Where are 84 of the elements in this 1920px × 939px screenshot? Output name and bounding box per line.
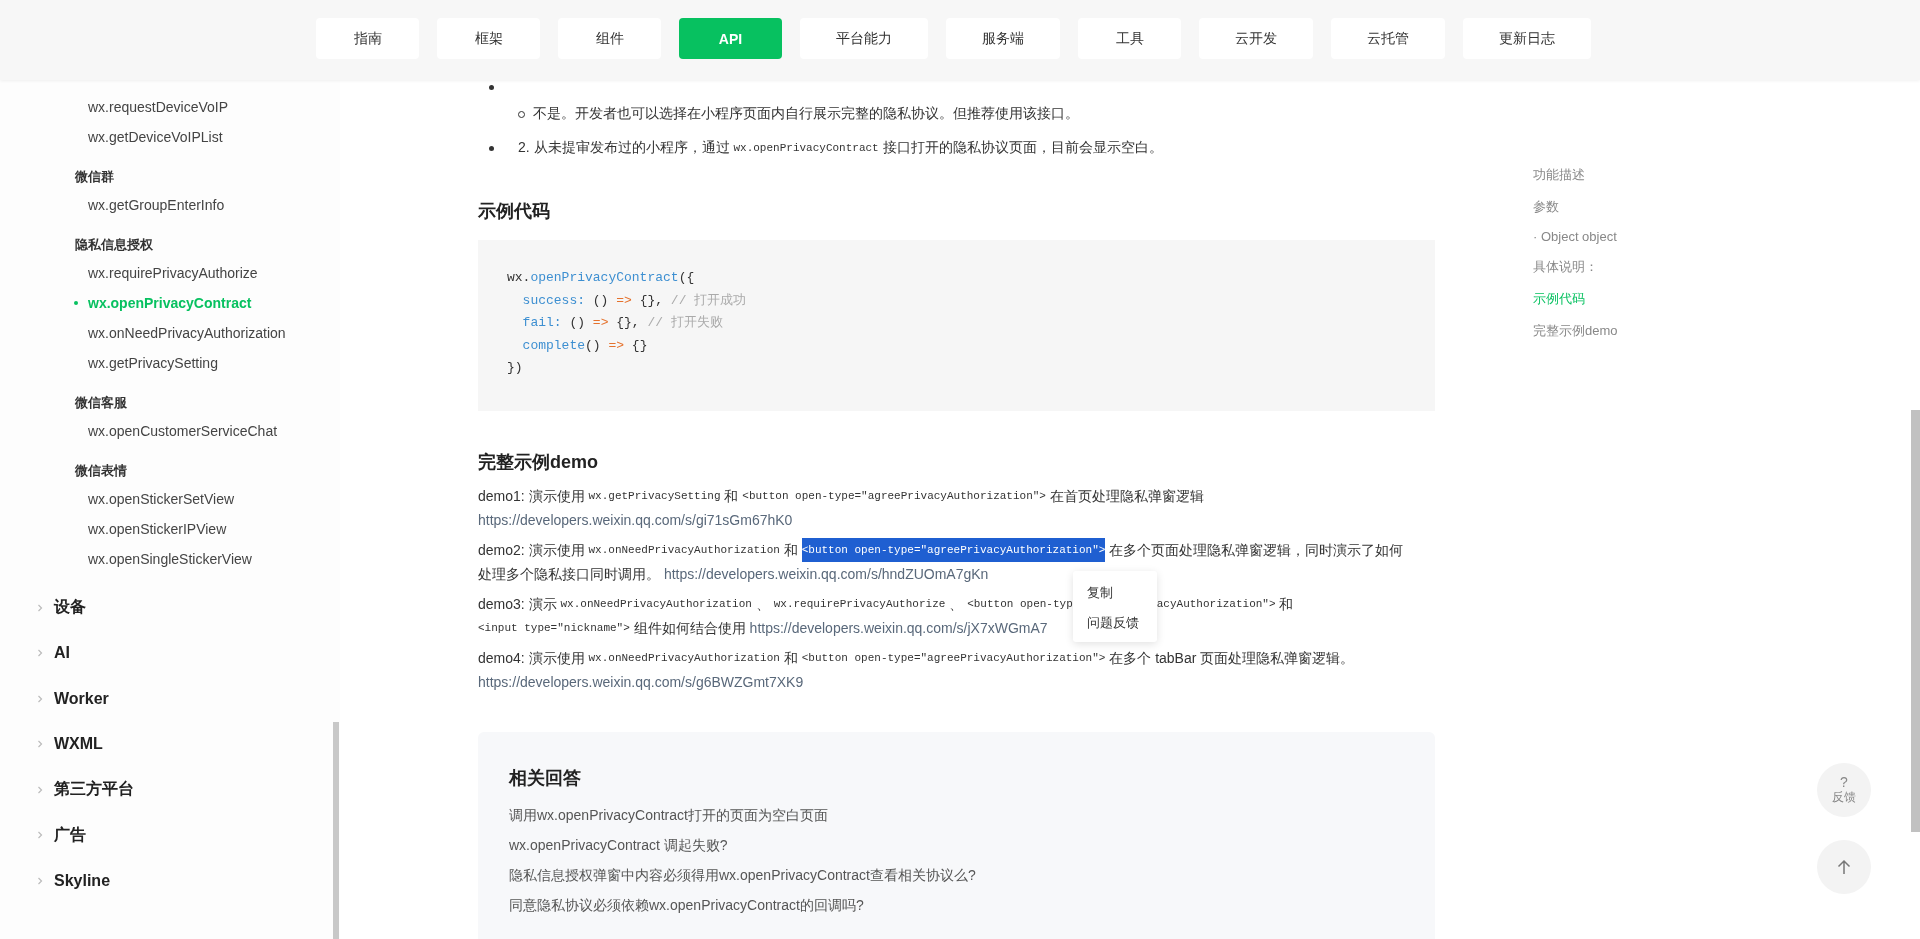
section-heading: 完整示例demo — [478, 451, 599, 474]
bullet-icon — [489, 84, 494, 90]
sidebar-item[interactable]: wx.getPrivacySetting — [0, 348, 340, 378]
sidebar-group-title: 微信表情 — [74, 462, 128, 480]
demo-text: demo4: 演示使用 — [478, 649, 586, 668]
sidebar-category[interactable]: 设备 — [54, 597, 86, 619]
section-heading: 相关回答 — [509, 767, 582, 790]
inline-code: wx.onNeedPrivacyAuthorization — [588, 651, 780, 666]
demo-text: 在首页处理隐私弹窗逻辑 — [1048, 487, 1204, 506]
sidebar-item[interactable]: wx.getGroupEnterInfo — [0, 190, 340, 220]
toc-link[interactable]: 具体说明： — [1533, 251, 1618, 283]
demo-text: 组件如何结合使用 — [632, 619, 747, 638]
demo-text: 和 — [782, 649, 799, 668]
arrow-up-icon — [1835, 858, 1853, 876]
related-link[interactable]: 同意隐私协议必须依赖wx.openPrivacyContract的回调吗? — [509, 890, 1404, 920]
note-text: 不是。开发者也可以选择在小程序页面内自行展示完整的隐私协议。但推荐使用该接口。 — [533, 105, 1079, 123]
demo-link[interactable]: https://developers.weixin.qq.com/s/g6BWZGmt7XK9 — [478, 670, 804, 694]
toc-link[interactable]: · Object object — [1533, 223, 1618, 251]
sidebar-category[interactable]: WXML — [54, 735, 103, 754]
sidebar-item[interactable]: wx.openStickerSetView — [0, 484, 340, 514]
sidebar-item[interactable]: wx.onNeedPrivacyAuthorization — [0, 318, 340, 348]
inline-code: <button open-typ — [967, 597, 1073, 612]
menu-item[interactable]: 复制 — [1072, 578, 1157, 608]
sidebar-item[interactable]: wx.getDeviceVoIPList — [0, 122, 340, 152]
sidebar-category[interactable]: 第三方平台 — [54, 779, 134, 801]
section-heading: 示例代码 — [478, 200, 551, 223]
toc-link[interactable]: 参数 — [1533, 191, 1618, 223]
nav-tab[interactable]: 云开发 — [1199, 18, 1313, 59]
nav-tab[interactable]: 平台能力 — [800, 18, 928, 59]
demo-text: demo1: 演示使用 — [478, 487, 586, 506]
inline-code: <button open-type="agreePrivacyAuthorization"> — [801, 651, 1106, 666]
demo-link[interactable]: https://developers.weixin.qq.com/s/jX7xWGmA7 — [749, 616, 1048, 640]
sidebar-item[interactable]: wx.openSingleStickerView — [0, 544, 340, 574]
scrollbar-thumb[interactable] — [333, 722, 339, 939]
sidebar-category[interactable]: 广告 — [54, 824, 86, 846]
sidebar-category[interactable]: Skyline — [54, 871, 111, 890]
inline-code: wx.onNeedPrivacyAuthorization — [560, 597, 752, 612]
demo-text: 、 — [948, 595, 965, 614]
sidebar-item[interactable]: wx.requirePrivacyAuthorize — [0, 258, 340, 288]
related-link[interactable]: 隐私信息授权弹窗中内容必须得用wx.openPrivacyContract查看相关协议么? — [509, 860, 1404, 890]
sidebar-item[interactable]: wx.openCustomerServiceChat — [0, 416, 340, 446]
scrollbar-thumb[interactable] — [1911, 410, 1920, 832]
sidebar-group-title: 微信群 — [74, 168, 115, 186]
inline-code: acyAuthorization"> — [1156, 597, 1276, 612]
sidebar-category[interactable]: Worker — [54, 689, 109, 708]
nav-tab[interactable]: 工具 — [1078, 18, 1181, 59]
inline-code: wx.openPrivacyContract — [733, 142, 879, 154]
menu-item[interactable]: 问题反馈 — [1072, 608, 1157, 638]
demo-text: 处理多个隐私接口同时调用。 — [478, 565, 661, 584]
nav-tab[interactable]: 更新日志 — [1463, 18, 1591, 59]
nav-tab[interactable]: 指南 — [316, 18, 419, 59]
toc-link[interactable]: 功能描述 — [1533, 159, 1618, 191]
demo-text: 和 — [782, 541, 799, 560]
inline-code: wx.getPrivacySetting — [588, 489, 721, 504]
demo-text: demo3: 演示 — [478, 595, 558, 614]
demo-text: 在多个页面处理隐私弹窗逻辑，同时演示了如何 — [1108, 541, 1404, 560]
sidebar-item[interactable]: wx.requestDeviceVoIP — [0, 92, 340, 122]
sidebar-category[interactable]: AI — [54, 644, 70, 663]
bullet-icon — [489, 145, 494, 151]
note-text: 接口打开的隐私协议页面，目前会显示空白。 — [881, 139, 1163, 157]
demo-text: 、 — [754, 595, 771, 614]
inline-code: <button open-type="agreePrivacyAuthorization"> — [801, 538, 1106, 562]
code-block: wx.openPrivacyContract({ success: () => {}, // 打开成功 fail: () => {}, // 打开失败 complete() => {} }) — [478, 240, 1435, 411]
related-link[interactable]: 调用wx.openPrivacyContract打开的页面为空白页面 — [509, 800, 1404, 830]
sidebar-item[interactable]: wx.openStickerIPView — [0, 514, 340, 544]
demo-text: 和 — [1278, 595, 1294, 614]
demo-text: 和 — [723, 487, 740, 506]
demo-text: demo2: 演示使用 — [478, 541, 586, 560]
nav-tab[interactable]: 云托管 — [1331, 18, 1445, 59]
demo-link[interactable]: https://developers.weixin.qq.com/s/hndZUOmA7gKn — [663, 562, 989, 586]
note-text: 2. 从未提审发布过的小程序，通过 — [518, 139, 731, 157]
inline-code: wx.onNeedPrivacyAuthorization — [588, 543, 780, 558]
sidebar-group-title: 微信客服 — [74, 394, 128, 412]
nav-tab[interactable]: 框架 — [437, 18, 540, 59]
demo-text: 在多个 tabBar 页面处理隐私弹窗逻辑。 — [1108, 649, 1355, 668]
related-link[interactable]: wx.openPrivacyContract 调起失败? — [509, 830, 1404, 860]
sidebar-group-title: 隐私信息授权 — [74, 236, 154, 254]
inline-code: <button open-type="agreePrivacyAuthorization"> — [742, 489, 1046, 504]
inline-code: wx.requirePrivacyAuthorize — [773, 597, 946, 612]
toc-link[interactable]: 完整示例demo — [1533, 315, 1618, 347]
inline-code: <input type="nickname"> — [478, 621, 630, 636]
demo-link[interactable]: https://developers.weixin.qq.com/s/gi71sGm67hK0 — [478, 508, 793, 532]
nav-tab[interactable]: 组件 — [558, 18, 661, 59]
nav-tab[interactable]: 服务端 — [946, 18, 1060, 59]
